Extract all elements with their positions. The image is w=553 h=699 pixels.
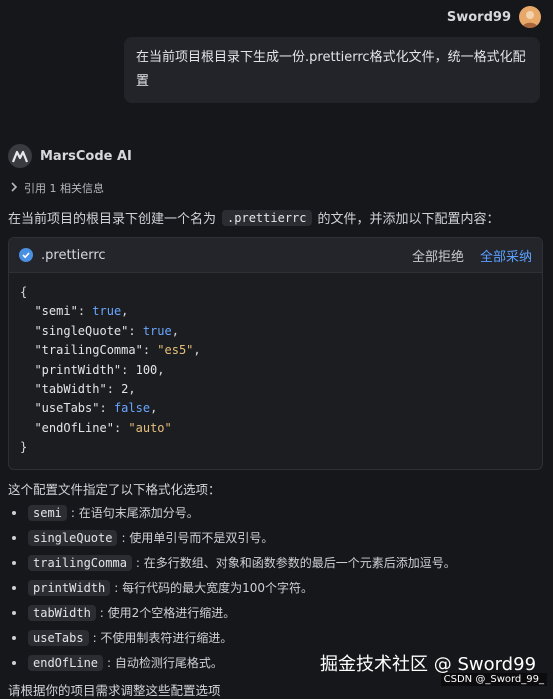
option-item: trailingComma: 在多行数组、对象和函数参数的最后一个元素后添加逗号…: [8, 550, 548, 575]
code-value: 100: [135, 362, 158, 377]
code-key: "printWidth": [34, 362, 122, 377]
option-item: semi: 在语句末尾添加分号。: [8, 500, 548, 525]
code-key: "semi": [34, 304, 78, 319]
summary-text: 这个配置文件指定了以下格式化选项：: [8, 482, 221, 497]
assistant-header: MarsCode AI: [8, 144, 132, 168]
option-desc: : 不使用制表符进行缩进。: [92, 631, 233, 645]
code-line: "trailingComma": "es5",: [34, 343, 201, 358]
code-value: "es5": [157, 343, 194, 358]
check-icon: [19, 248, 33, 262]
bullet-icon: [12, 635, 16, 640]
option-desc: : 在语句末尾添加分号。: [70, 506, 199, 520]
chevron-right-icon: [10, 181, 18, 195]
option-item: useTabs: 不使用制表符进行缩进。: [8, 625, 548, 650]
option-name: tabWidth: [28, 604, 96, 621]
option-name: semi: [28, 504, 67, 521]
intro-filename-code: .prettierrc: [222, 209, 312, 226]
option-desc: : 自动检测行尾格式。: [107, 656, 223, 670]
reference-label: 引用 1 相关信息: [24, 182, 104, 195]
marscode-logo-icon: [8, 144, 32, 168]
bullet-icon: [12, 585, 16, 590]
option-desc: : 在多行数组、对象和函数参数的最后一个元素后添加逗号。: [135, 556, 456, 570]
option-item: printWidth: 每行代码的最大宽度为100个字符。: [8, 575, 548, 600]
option-name: printWidth: [28, 579, 111, 596]
user-header: Sword99: [447, 6, 541, 28]
watermark-small: CSDN @_Sword_99_: [440, 673, 547, 686]
code-line: "useTabs": false,: [34, 401, 158, 416]
code-value: true: [92, 304, 122, 319]
trailing-text: 请根据你的项目需求调整这些配置选项: [8, 683, 221, 698]
option-desc: : 每行代码的最大宽度为100个字符。: [114, 581, 314, 595]
code-line: "tabWidth": 2,: [34, 382, 136, 397]
code-key: "endOfLine": [34, 420, 114, 435]
avatar-icon[interactable]: [519, 6, 541, 28]
reject-all-button[interactable]: 全部拒绝: [412, 246, 464, 265]
code-value: false: [113, 401, 151, 416]
code-line: "endOfLine": "auto": [34, 420, 172, 435]
code-block-header: .prettierrc 全部拒绝 全部采纳: [9, 238, 542, 273]
code-line: {: [20, 285, 28, 299]
option-item: singleQuote: 使用单引号而不是双引号。: [8, 525, 548, 550]
option-name: trailingComma: [28, 554, 132, 571]
bullet-icon: [12, 560, 16, 565]
assistant-name: MarsCode AI: [40, 148, 132, 164]
option-item: tabWidth: 使用2个空格进行缩进。: [8, 600, 548, 625]
code-key: "singleQuote": [34, 323, 129, 338]
code-key: "tabWidth": [34, 382, 107, 397]
username: Sword99: [446, 9, 511, 25]
intro-before: 在当前项目的根目录下创建一个名为: [8, 212, 217, 227]
bullet-icon: [12, 535, 16, 540]
option-name: singleQuote: [28, 529, 118, 546]
option-name: useTabs: [28, 629, 89, 646]
code-value: 2: [121, 382, 129, 397]
option-name: endOfLine: [28, 654, 104, 671]
code-line: "semi": true,: [34, 304, 129, 319]
code-value: "auto": [128, 420, 172, 435]
code-value: true: [142, 323, 172, 338]
code-key: "trailingComma": [34, 343, 143, 358]
option-desc: : 使用2个空格进行缩进。: [99, 606, 236, 620]
reference-toggle[interactable]: 引用 1 相关信息: [10, 180, 104, 196]
bullet-icon: [12, 610, 16, 615]
bullet-icon: [12, 660, 16, 665]
code-filename: .prettierrc: [41, 247, 106, 263]
user-message: 在当前项目根目录下生成一份.prettierrc格式化文件，统一格式化配置: [124, 37, 540, 103]
accept-all-button[interactable]: 全部采纳: [480, 246, 532, 265]
code-key: "useTabs": [34, 401, 100, 416]
intro-after: 的文件，并添加以下配置内容：: [317, 212, 500, 227]
intro-text: 在当前项目的根目录下创建一个名为 .prettierrc 的文件，并添加以下配置…: [8, 208, 500, 227]
code-block: .prettierrc 全部拒绝 全部采纳 { "semi": true, "s…: [8, 237, 543, 470]
code-line: "singleQuote": true,: [34, 323, 179, 338]
option-desc: : 使用单引号而不是双引号。: [121, 531, 274, 545]
code-content: { "semi": true, "singleQuote": true, "tr…: [9, 273, 542, 468]
options-list: semi: 在语句末尾添加分号。 singleQuote: 使用单引号而不是双引号…: [8, 500, 548, 675]
bullet-icon: [12, 510, 16, 515]
code-line: "printWidth": 100,: [34, 362, 165, 377]
code-line: }: [20, 440, 28, 455]
